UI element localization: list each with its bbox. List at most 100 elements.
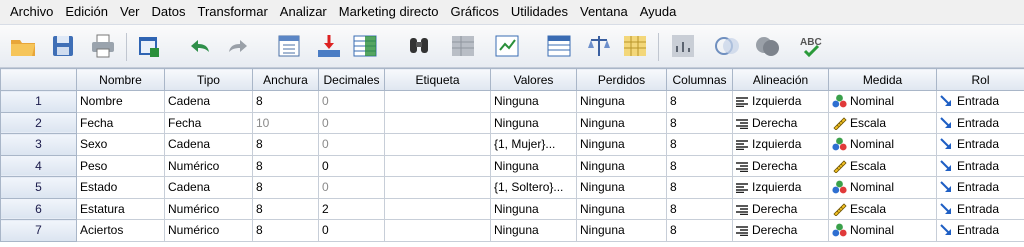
column-header-alineacion[interactable]: Alineación: [732, 68, 829, 91]
cell-decimales[interactable]: 2: [318, 197, 385, 220]
row-number[interactable]: 2: [0, 111, 77, 134]
dialog-recall-icon[interactable]: [134, 31, 164, 61]
row-number[interactable]: 6: [0, 197, 77, 220]
menu-ver[interactable]: Ver: [114, 0, 146, 24]
cell-perdidos[interactable]: Ninguna: [576, 133, 667, 156]
cell-etiqueta[interactable]: [384, 111, 491, 134]
table-row[interactable]: 7 Aciertos Numérico 8 0 Ninguna Ninguna 8 Derech…: [0, 219, 1024, 242]
cell-valores[interactable]: {1, Soltero}...: [490, 176, 577, 199]
column-header-columnas[interactable]: Columnas: [666, 68, 733, 91]
row-number[interactable]: 3: [0, 133, 77, 156]
table-row[interactable]: 2 Fecha Fecha 10 0 Ninguna Ninguna 8 Derecha Esca…: [0, 111, 1024, 134]
cell-alineacion[interactable]: Derecha: [732, 197, 829, 220]
cell-medida[interactable]: Nominal: [828, 219, 937, 242]
cell-perdidos[interactable]: Ninguna: [576, 176, 667, 199]
goto-variable-icon[interactable]: [314, 31, 344, 61]
cell-alineacion[interactable]: Izquierda: [732, 90, 829, 113]
cell-medida[interactable]: Nominal: [828, 176, 937, 199]
cell-medida[interactable]: Escala: [828, 111, 937, 134]
cell-etiqueta[interactable]: [384, 176, 491, 199]
menu-transformar[interactable]: Transformar: [191, 0, 273, 24]
cell-medida[interactable]: Escala: [828, 154, 937, 177]
row-number[interactable]: 1: [0, 90, 77, 113]
corner-cell[interactable]: [0, 68, 77, 91]
cell-rol[interactable]: Entrada: [936, 219, 1024, 242]
cell-anchura[interactable]: 8: [252, 197, 319, 220]
row-number[interactable]: 7: [0, 219, 77, 242]
menu-ayuda[interactable]: Ayuda: [634, 0, 683, 24]
row-number[interactable]: 5: [0, 176, 77, 199]
menu-graficos[interactable]: Gráficos: [444, 0, 504, 24]
redo-icon[interactable]: [224, 31, 254, 61]
cell-etiqueta[interactable]: [384, 133, 491, 156]
column-header-decimales[interactable]: Decimales: [318, 68, 385, 91]
cell-alineacion[interactable]: Derecha: [732, 154, 829, 177]
cell-alineacion[interactable]: Izquierda: [732, 133, 829, 156]
select-cases-icon[interactable]: [544, 31, 574, 61]
cell-valores[interactable]: Ninguna: [490, 197, 577, 220]
cell-columnas[interactable]: 8: [666, 133, 733, 156]
cell-rol[interactable]: Entrada: [936, 133, 1024, 156]
menu-utilidades[interactable]: Utilidades: [505, 0, 574, 24]
column-header-tipo[interactable]: Tipo: [164, 68, 253, 91]
open-folder-icon[interactable]: [8, 31, 38, 61]
cell-anchura[interactable]: 8: [252, 154, 319, 177]
variables-icon[interactable]: [350, 31, 380, 61]
cell-columnas[interactable]: 8: [666, 90, 733, 113]
table-row[interactable]: 1 Nombre Cadena 8 0 Ninguna Ninguna 8 Izquierda N…: [0, 90, 1024, 113]
cell-nombre[interactable]: Estatura: [76, 197, 165, 220]
cell-perdidos[interactable]: Ninguna: [576, 111, 667, 134]
cell-nombre[interactable]: Peso: [76, 154, 165, 177]
cell-rol[interactable]: Entrada: [936, 90, 1024, 113]
cell-perdidos[interactable]: Ninguna: [576, 219, 667, 242]
table-row[interactable]: 4 Peso Numérico 8 0 Ninguna Ninguna 8 Derecha Esc…: [0, 154, 1024, 177]
menu-archivo[interactable]: Archivo: [4, 0, 59, 24]
cell-rol[interactable]: Entrada: [936, 197, 1024, 220]
menu-ventana[interactable]: Ventana: [574, 0, 634, 24]
cell-valores[interactable]: Ninguna: [490, 219, 577, 242]
menu-edicion[interactable]: Edición: [59, 0, 114, 24]
cell-etiqueta[interactable]: [384, 197, 491, 220]
table-row[interactable]: 6 Estatura Numérico 8 2 Ninguna Ninguna 8 Derech…: [0, 197, 1024, 220]
cell-decimales[interactable]: 0: [318, 154, 385, 177]
column-header-anchura[interactable]: Anchura: [252, 68, 319, 91]
cell-alineacion[interactable]: Izquierda: [732, 176, 829, 199]
cell-tipo[interactable]: Cadena: [164, 90, 253, 113]
show-all-variables-icon[interactable]: [668, 31, 698, 61]
cell-tipo[interactable]: Numérico: [164, 154, 253, 177]
cell-valores[interactable]: {1, Mujer}...: [490, 133, 577, 156]
venn-blue-icon[interactable]: [712, 31, 742, 61]
cell-tipo[interactable]: Cadena: [164, 176, 253, 199]
cell-rol[interactable]: Entrada: [936, 111, 1024, 134]
cell-alineacion[interactable]: Derecha: [732, 111, 829, 134]
spell-check-icon[interactable]: ABC: [796, 31, 826, 61]
cell-tipo[interactable]: Cadena: [164, 133, 253, 156]
cell-valores[interactable]: Ninguna: [490, 154, 577, 177]
column-header-valores[interactable]: Valores: [490, 68, 577, 91]
cell-columnas[interactable]: 8: [666, 111, 733, 134]
cell-etiqueta[interactable]: [384, 154, 491, 177]
weight-cases-icon[interactable]: [492, 31, 522, 61]
table-row[interactable]: 3 Sexo Cadena 8 0 {1, Mujer}... Ninguna 8 Izquie…: [0, 133, 1024, 156]
value-labels-icon[interactable]: [584, 31, 614, 61]
cell-columnas[interactable]: 8: [666, 219, 733, 242]
menu-datos[interactable]: Datos: [146, 0, 192, 24]
cell-perdidos[interactable]: Ninguna: [576, 154, 667, 177]
cell-tipo[interactable]: Fecha: [164, 111, 253, 134]
save-icon[interactable]: [48, 31, 78, 61]
goto-case-icon[interactable]: [274, 31, 304, 61]
cell-etiqueta[interactable]: [384, 219, 491, 242]
cell-columnas[interactable]: 8: [666, 197, 733, 220]
find-icon[interactable]: [404, 31, 434, 61]
column-header-rol[interactable]: Rol: [936, 68, 1024, 91]
undo-icon[interactable]: [184, 31, 214, 61]
cell-alineacion[interactable]: Derecha: [732, 219, 829, 242]
cell-nombre[interactable]: Fecha: [76, 111, 165, 134]
cell-medida[interactable]: Nominal: [828, 133, 937, 156]
cell-etiqueta[interactable]: [384, 90, 491, 113]
use-sets-icon[interactable]: [620, 31, 650, 61]
cell-anchura[interactable]: 8: [252, 219, 319, 242]
cell-anchura[interactable]: 8: [252, 176, 319, 199]
cell-nombre[interactable]: Sexo: [76, 133, 165, 156]
cell-rol[interactable]: Entrada: [936, 176, 1024, 199]
